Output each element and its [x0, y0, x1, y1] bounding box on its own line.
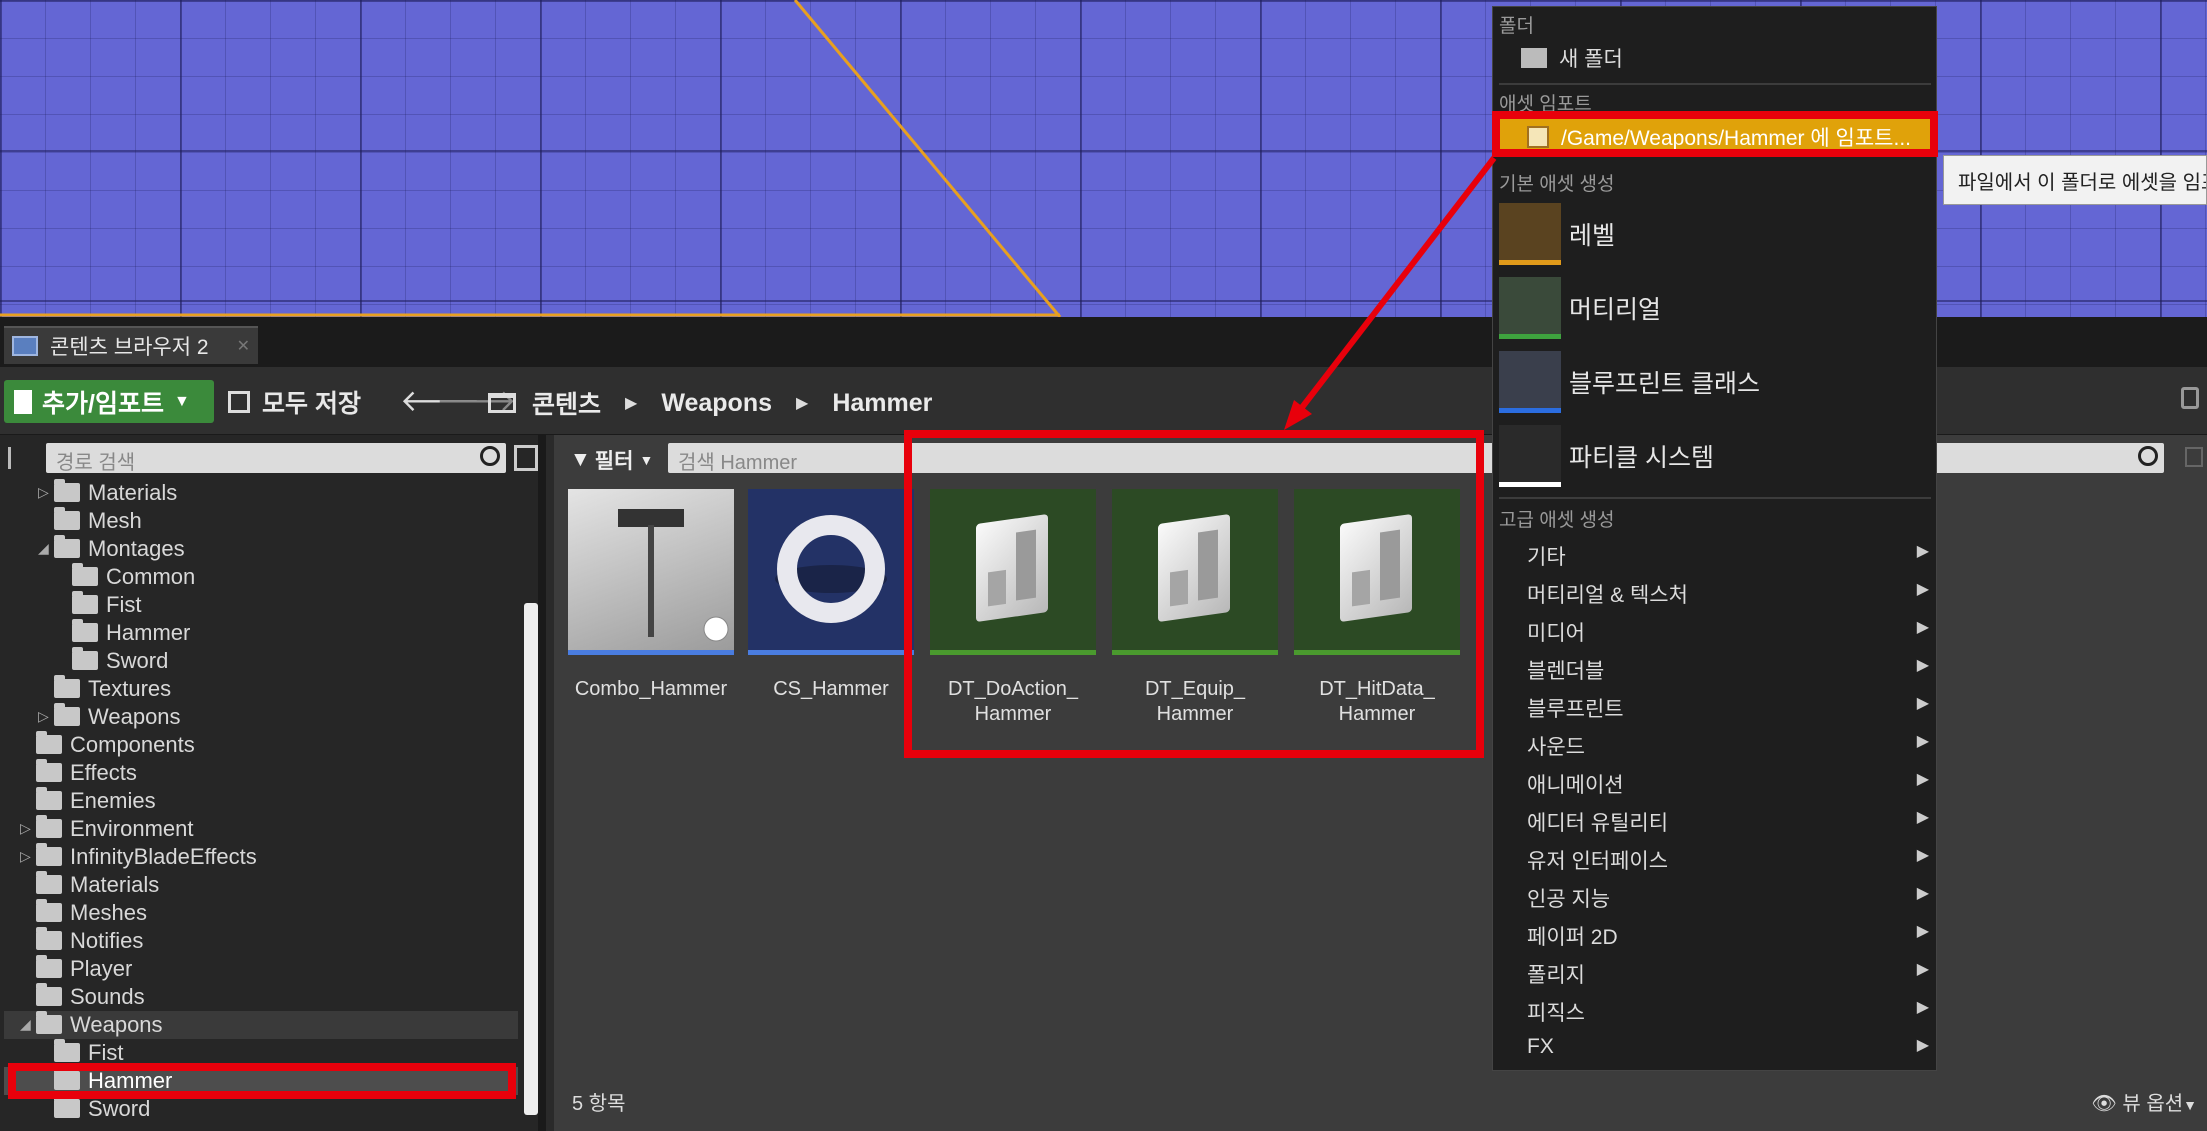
annotation-arrow [1284, 156, 1497, 430]
